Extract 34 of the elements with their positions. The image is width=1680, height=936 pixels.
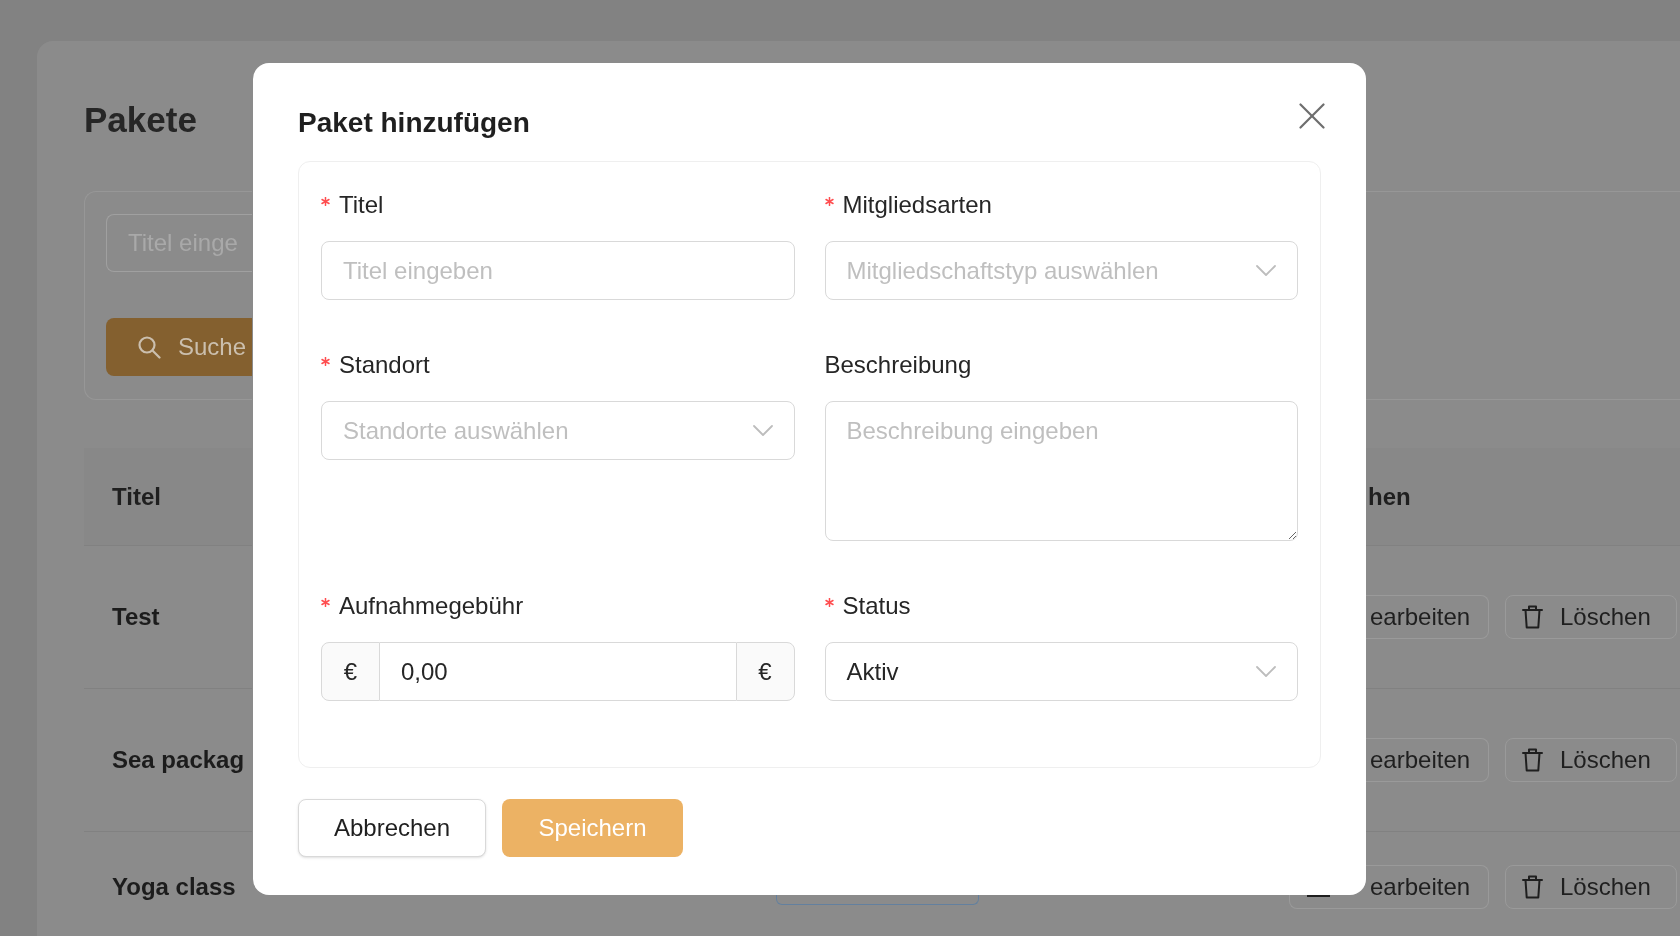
trash-icon [1522,875,1543,899]
edit-button[interactable]: earbeiten [1366,865,1489,909]
column-header: hen [1368,481,1411,512]
delete-button[interactable]: Löschen [1505,595,1677,639]
chevron-down-icon [752,425,773,436]
field-label: Mitgliedsarten [842,190,992,220]
search-icon [137,335,161,359]
table-cell-text: Test [112,602,160,632]
dropdown-field[interactable]: Aktiv [824,642,1298,701]
column-header: Titel [112,481,161,512]
title-field[interactable]: Titel eingeben [321,241,795,300]
delete-button[interactable]: Löschen [1505,738,1677,782]
description-field[interactable]: Beschreibung eingeben [824,401,1298,541]
field-label: Status [842,591,911,621]
page-title: Pakete [84,99,197,141]
close-button[interactable] [1299,103,1325,129]
chevron-down-icon [1256,666,1276,677]
table-cell-text: Sea packag [112,745,245,775]
dialog-title: Paket hinzufügen [298,106,530,140]
chevron-down-icon [1256,265,1276,276]
currency-addon: € [321,642,380,701]
field-label: Aufnahmegebühr [339,591,524,621]
trash-icon [1522,748,1543,772]
trash-icon [1522,605,1543,629]
field-label: Titel [339,190,384,220]
delete-button[interactable]: Löschen [1505,865,1677,909]
cancel-button[interactable]: Abbrechen [298,799,486,857]
table-cell-text: Yoga class [112,872,236,902]
close-icon [1299,103,1325,129]
field-label: Standort [339,350,430,380]
amount-field[interactable]: 0,00 [380,642,736,701]
currency-addon: € [735,642,795,701]
search-button[interactable]: Suche [106,318,252,376]
field-label: Beschreibung [824,350,972,380]
